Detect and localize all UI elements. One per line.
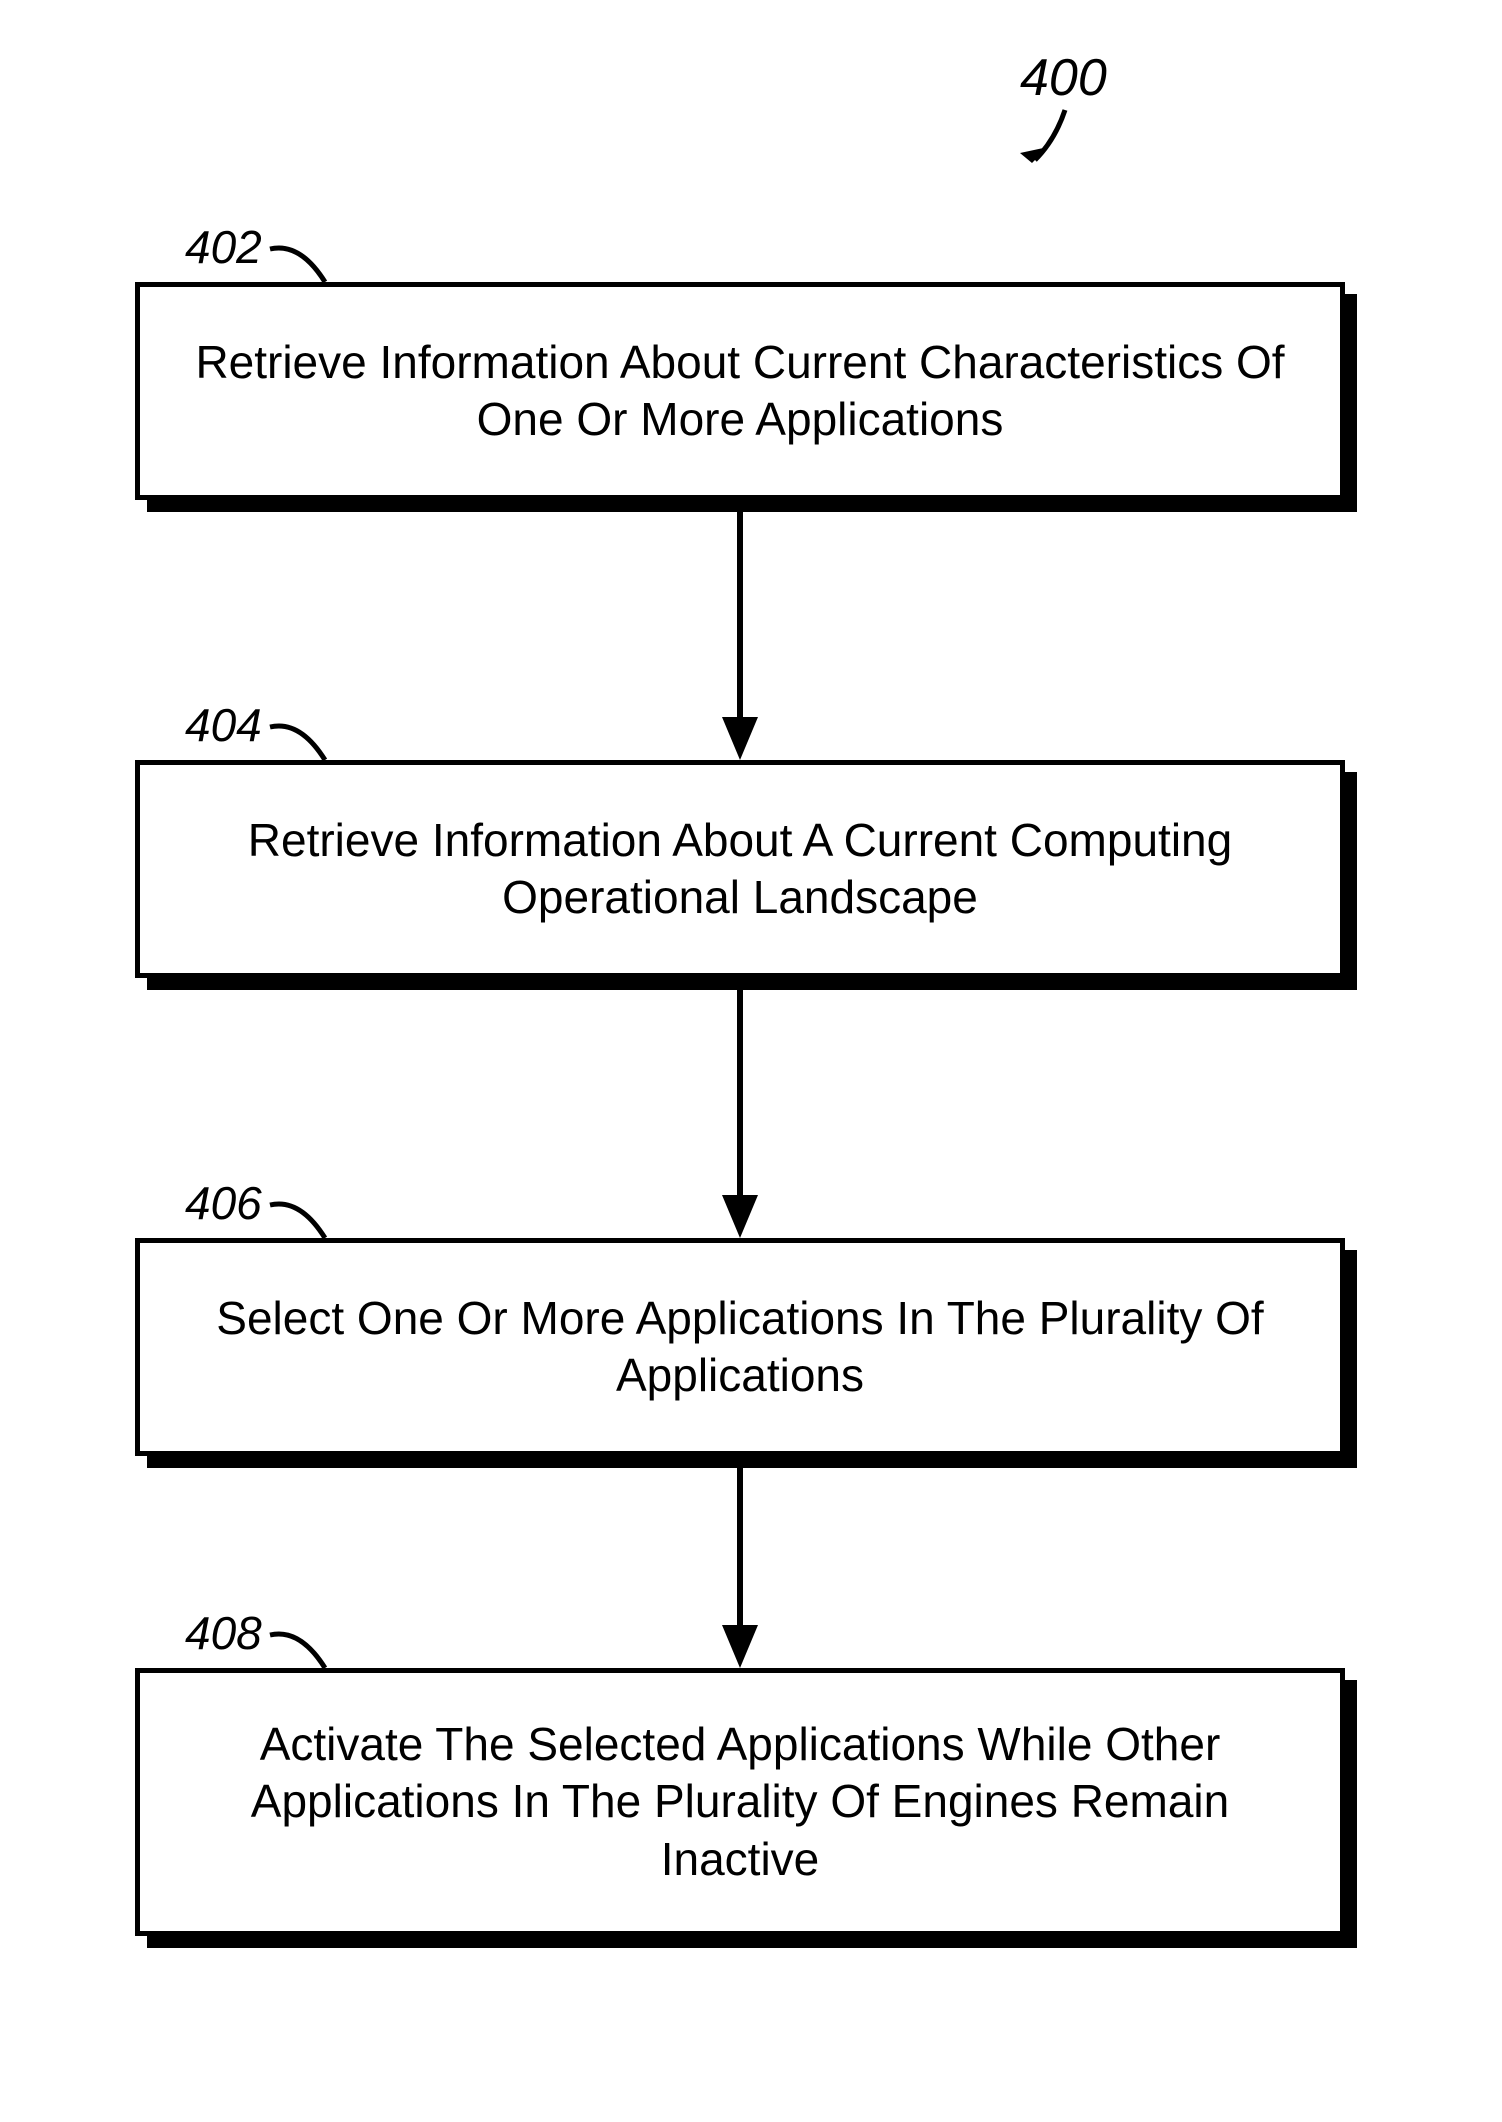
step-label-404: 404: [185, 698, 262, 752]
step-text-406: Select One Or More Applications In The P…: [180, 1290, 1300, 1405]
flow-arrow-1: [720, 512, 760, 760]
flow-arrow-2: [720, 990, 760, 1238]
step-box-402: Retrieve Information About Current Chara…: [135, 282, 1345, 500]
step-label-408: 408: [185, 1606, 262, 1660]
step-text-402: Retrieve Information About Current Chara…: [180, 334, 1300, 449]
step-box-406: Select One Or More Applications In The P…: [135, 1238, 1345, 1456]
step-text-404: Retrieve Information About A Current Com…: [180, 812, 1300, 927]
step-label-406: 406: [185, 1176, 262, 1230]
flow-arrow-3: [720, 1468, 760, 1668]
step-box-408: Activate The Selected Applications While…: [135, 1668, 1345, 1936]
figure-number: 400: [1020, 48, 1107, 108]
step-text-408: Activate The Selected Applications While…: [180, 1716, 1300, 1889]
step-box-404: Retrieve Information About A Current Com…: [135, 760, 1345, 978]
figure-arrow: [1010, 105, 1080, 185]
step-label-402: 402: [185, 220, 262, 274]
